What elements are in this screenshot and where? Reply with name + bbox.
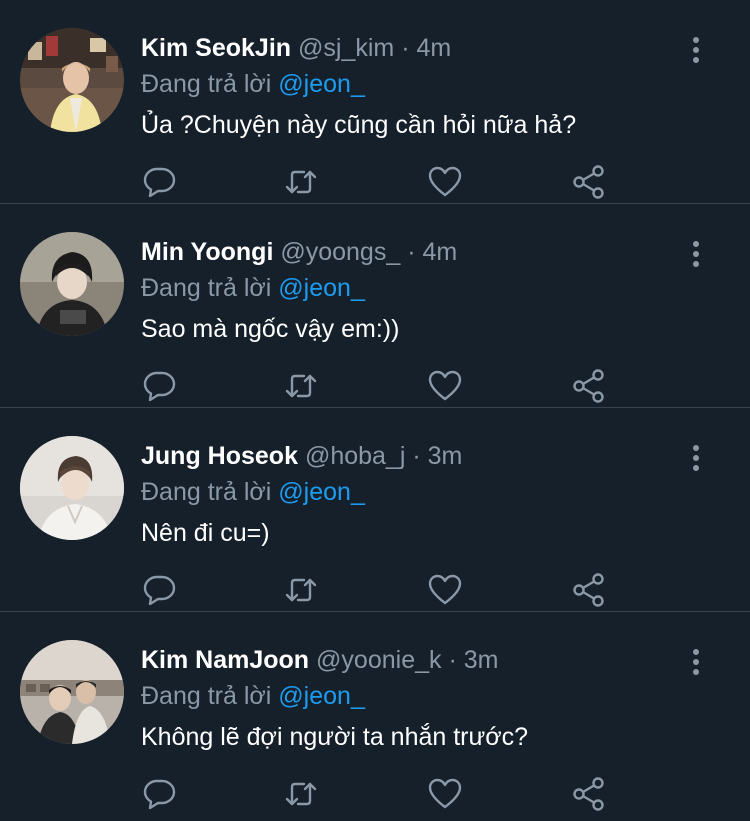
separator: · [401,34,410,62]
reply-feed: Kim SeokJin @sj_kim · 4m Đang trả lời @j… [0,0,750,821]
retweet-icon[interactable] [283,369,319,403]
more-options-icon[interactable] [682,238,710,270]
reply-icon[interactable] [141,777,177,811]
separator: · [407,238,416,266]
heart-icon[interactable] [427,777,463,811]
tweet-header: Jung Hoseok @hoba_j · 3m [141,438,690,474]
username[interactable]: @hoba_j [305,442,405,470]
display-name[interactable]: Kim SeokJin [141,34,291,62]
avatar[interactable] [20,640,124,744]
reply-mention-link[interactable]: @jeon_ [278,274,365,302]
display-name[interactable]: Kim NamJoon [141,646,309,674]
display-name[interactable]: Min Yoongi [141,238,273,266]
share-icon[interactable] [571,369,607,403]
more-options-icon[interactable] [682,646,710,678]
heart-icon[interactable] [427,165,463,199]
retweet-icon[interactable] [283,573,319,607]
reply-icon[interactable] [141,165,177,199]
heart-icon[interactable] [427,573,463,607]
avatar[interactable] [20,28,124,132]
display-name[interactable]: Jung Hoseok [141,442,298,470]
tweet-content: Min Yoongi @yoongs_ · 4m Đang trả lời @j… [141,234,690,348]
reply-prefix: Đang trả lời [141,478,272,506]
more-options-icon[interactable] [682,442,710,474]
reply-icon[interactable] [141,369,177,403]
reply-prefix: Đang trả lời [141,274,272,302]
share-icon[interactable] [571,573,607,607]
reply-context: Đang trả lời @jeon_ [141,474,690,510]
reply-prefix: Đang trả lời [141,682,272,710]
retweet-icon[interactable] [283,777,319,811]
retweet-icon[interactable] [283,165,319,199]
separator: · [412,442,421,470]
tweet-content: Jung Hoseok @hoba_j · 3m Đang trả lời @j… [141,438,690,552]
avatar[interactable] [20,436,124,540]
share-icon[interactable] [571,777,607,811]
tweet-header: Min Yoongi @yoongs_ · 4m [141,234,690,270]
tweet[interactable]: Kim NamJoon @yoonie_k · 3m Đang trả lời … [0,612,750,821]
reply-context: Đang trả lời @jeon_ [141,270,690,306]
tweet-text: Ủa ?Chuyện này cũng cần hỏi nữa hả? [141,111,577,139]
reply-context: Đang trả lời @jeon_ [141,66,690,102]
tweet-actions [141,165,621,199]
tweet-text: Nên đi cu=) [141,519,270,547]
more-options-icon[interactable] [682,34,710,66]
reply-mention-link[interactable]: @jeon_ [278,70,365,98]
tweet[interactable]: Kim SeokJin @sj_kim · 4m Đang trả lời @j… [0,0,750,204]
heart-icon[interactable] [427,369,463,403]
tweet[interactable]: Jung Hoseok @hoba_j · 3m Đang trả lời @j… [0,408,750,612]
tweet-text: Sao mà ngốc vậy em:)) [141,315,400,343]
reply-mention-link[interactable]: @jeon_ [278,682,365,710]
tweet-header: Kim NamJoon @yoonie_k · 3m [141,642,690,678]
tweet-content: Kim SeokJin @sj_kim · 4m Đang trả lời @j… [141,30,690,144]
avatar[interactable] [20,232,124,336]
reply-prefix: Đang trả lời [141,70,272,98]
tweet-content: Kim NamJoon @yoonie_k · 3m Đang trả lời … [141,642,690,756]
timestamp[interactable]: 4m [416,34,451,62]
reply-mention-link[interactable]: @jeon_ [278,478,365,506]
timestamp[interactable]: 3m [428,442,463,470]
separator: · [448,646,457,674]
username[interactable]: @sj_kim [298,34,394,62]
share-icon[interactable] [571,165,607,199]
tweet-header: Kim SeokJin @sj_kim · 4m [141,30,690,66]
tweet-actions [141,369,621,403]
timestamp[interactable]: 3m [464,646,499,674]
tweet[interactable]: Min Yoongi @yoongs_ · 4m Đang trả lời @j… [0,204,750,408]
reply-context: Đang trả lời @jeon_ [141,678,690,714]
reply-icon[interactable] [141,573,177,607]
username[interactable]: @yoongs_ [280,238,400,266]
timestamp[interactable]: 4m [422,238,457,266]
tweet-actions [141,573,621,607]
tweet-actions [141,777,621,811]
tweet-text: Không lẽ đợi người ta nhắn trước? [141,723,529,751]
username[interactable]: @yoonie_k [316,646,441,674]
